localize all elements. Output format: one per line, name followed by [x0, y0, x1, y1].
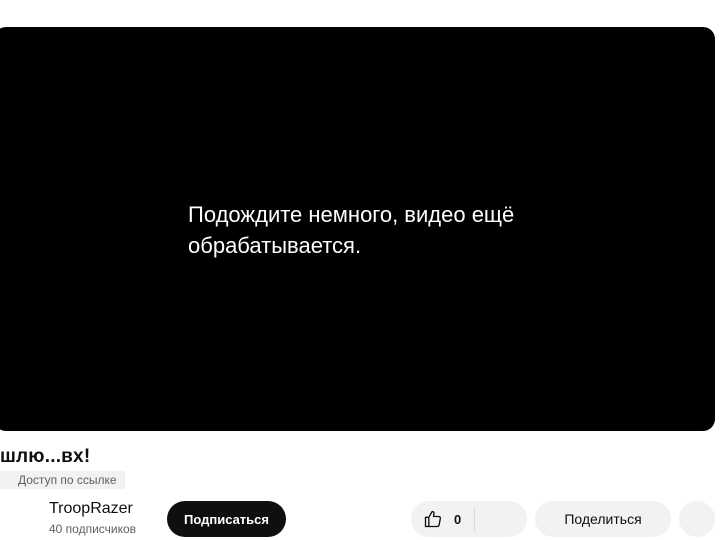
subscribe-button[interactable]: Подписаться: [167, 501, 286, 537]
channel-name[interactable]: TroopRazer: [49, 500, 133, 518]
dislike-button[interactable]: [475, 501, 527, 537]
more-actions-button[interactable]: [679, 501, 715, 537]
thumbs-up-icon: [423, 509, 443, 529]
video-title: шлю...вх!: [0, 446, 91, 467]
processing-message: Подождите немного, видео ещё обрабатывае…: [188, 202, 515, 258]
like-button[interactable]: 0: [411, 501, 474, 537]
like-dislike-group: 0: [411, 501, 527, 537]
like-count: 0: [454, 511, 462, 527]
video-player[interactable]: Подождите немного, видео ещё обрабатывае…: [0, 27, 715, 431]
subscriber-count: 40 подписчиков: [49, 522, 137, 536]
access-badge: Доступ по ссылке: [0, 471, 125, 489]
share-button[interactable]: Поделиться: [535, 501, 671, 537]
access-label: Доступ по ссылке: [18, 473, 117, 487]
